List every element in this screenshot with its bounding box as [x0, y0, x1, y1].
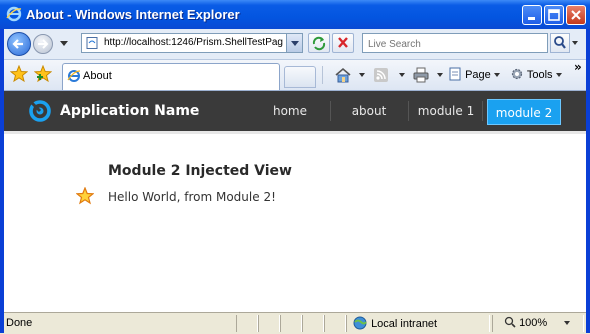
- status-text: Done: [6, 317, 33, 329]
- close-icon: [571, 10, 581, 20]
- page-viewport: Application Name home about module 1 mod…: [4, 91, 586, 312]
- status-panel: [236, 315, 258, 332]
- browser-window: About - Windows Internet Explorer http:/…: [0, 0, 590, 334]
- feeds-dropdown[interactable]: [399, 73, 405, 77]
- module-title: Module 2 Injected View: [108, 163, 292, 179]
- home-icon[interactable]: [334, 66, 352, 84]
- intranet-globe-icon: [353, 316, 367, 330]
- stop-icon: [338, 37, 348, 48]
- home-dropdown[interactable]: [359, 73, 365, 77]
- search-button[interactable]: [550, 33, 570, 53]
- maximize-button[interactable]: [544, 5, 564, 25]
- address-url[interactable]: http://localhost:1246/Prism.ShellTestPag: [104, 37, 283, 48]
- stop-button[interactable]: [332, 33, 354, 53]
- search-options-dropdown[interactable]: [572, 41, 578, 45]
- title-bar: About - Windows Internet Explorer: [0, 0, 590, 29]
- window-title: About - Windows Internet Explorer: [26, 7, 240, 22]
- new-tab-button[interactable]: [284, 66, 316, 88]
- forward-arrow-icon: [38, 39, 49, 49]
- security-zone-label: Local intranet: [371, 318, 438, 330]
- page-menu-label: Page: [465, 69, 491, 81]
- maximize-icon: [548, 9, 560, 21]
- nav-link-about[interactable]: about: [344, 91, 394, 131]
- back-arrow-icon: [12, 39, 23, 49]
- ie-logo-icon: [6, 6, 22, 22]
- favorites-star-icon[interactable]: [10, 65, 28, 83]
- close-button[interactable]: [566, 5, 586, 25]
- app-header: Application Name home about module 1 mod…: [4, 91, 586, 134]
- navigation-bar: http://localhost:1246/Prism.ShellTestPag: [4, 29, 586, 60]
- nav-divider: [330, 101, 331, 121]
- zoom-dropdown-icon: [564, 321, 571, 326]
- tab-about[interactable]: About: [62, 63, 280, 90]
- tools-menu[interactable]: Tools: [510, 67, 562, 81]
- gear-icon: [511, 68, 523, 80]
- back-button[interactable]: [7, 32, 31, 56]
- nav-divider: [408, 101, 409, 121]
- nav-link-module-1[interactable]: module 1: [414, 91, 478, 131]
- print-icon[interactable]: [412, 66, 430, 84]
- app-logo-icon: [29, 100, 51, 122]
- nav-link-module-2[interactable]: module 2: [487, 99, 561, 125]
- zoom-control[interactable]: 100%: [504, 316, 571, 329]
- search-box[interactable]: [362, 33, 548, 53]
- forward-button[interactable]: [33, 34, 53, 54]
- module-message: Hello World, from Module 2!: [108, 190, 276, 204]
- tools-menu-dropdown-icon: [555, 73, 562, 78]
- print-dropdown[interactable]: [437, 73, 443, 77]
- zoom-icon: [504, 316, 516, 328]
- security-zone[interactable]: Local intranet: [352, 316, 437, 330]
- recent-pages-dropdown[interactable]: [60, 41, 68, 46]
- page-menu-icon: [449, 67, 461, 81]
- zoom-level: 100%: [519, 317, 548, 329]
- feeds-icon[interactable]: [372, 66, 390, 84]
- refresh-button[interactable]: [308, 33, 330, 53]
- page-menu-dropdown-icon: [493, 73, 500, 78]
- page-icon: [86, 37, 98, 49]
- nav-link-home[interactable]: home: [264, 91, 316, 131]
- address-dropdown[interactable]: [286, 34, 302, 52]
- minimize-button[interactable]: [522, 5, 542, 25]
- address-bar[interactable]: http://localhost:1246/Prism.ShellTestPag: [81, 33, 303, 53]
- tools-menu-label: Tools: [526, 69, 553, 81]
- ie-page-icon: [67, 70, 81, 82]
- add-favorites-icon[interactable]: [34, 65, 52, 83]
- star-icon: [76, 187, 94, 205]
- page-menu[interactable]: Page: [448, 67, 500, 81]
- status-panel: [324, 315, 346, 332]
- refresh-icon: [312, 36, 326, 51]
- divider: [322, 66, 323, 84]
- command-bar: About Page Tools »: [4, 60, 586, 91]
- status-panel: [302, 315, 324, 332]
- search-icon: [554, 36, 566, 49]
- search-input[interactable]: [366, 35, 540, 53]
- status-panel: [280, 315, 302, 332]
- nav-divider: [482, 101, 483, 121]
- tab-label: About: [83, 70, 112, 82]
- chevron-more-icon[interactable]: »: [574, 60, 582, 74]
- status-bar: Done Local intranet 100%: [4, 312, 586, 334]
- minimize-icon: [528, 17, 535, 20]
- app-name: Application Name: [60, 103, 200, 119]
- status-panel: [258, 315, 280, 332]
